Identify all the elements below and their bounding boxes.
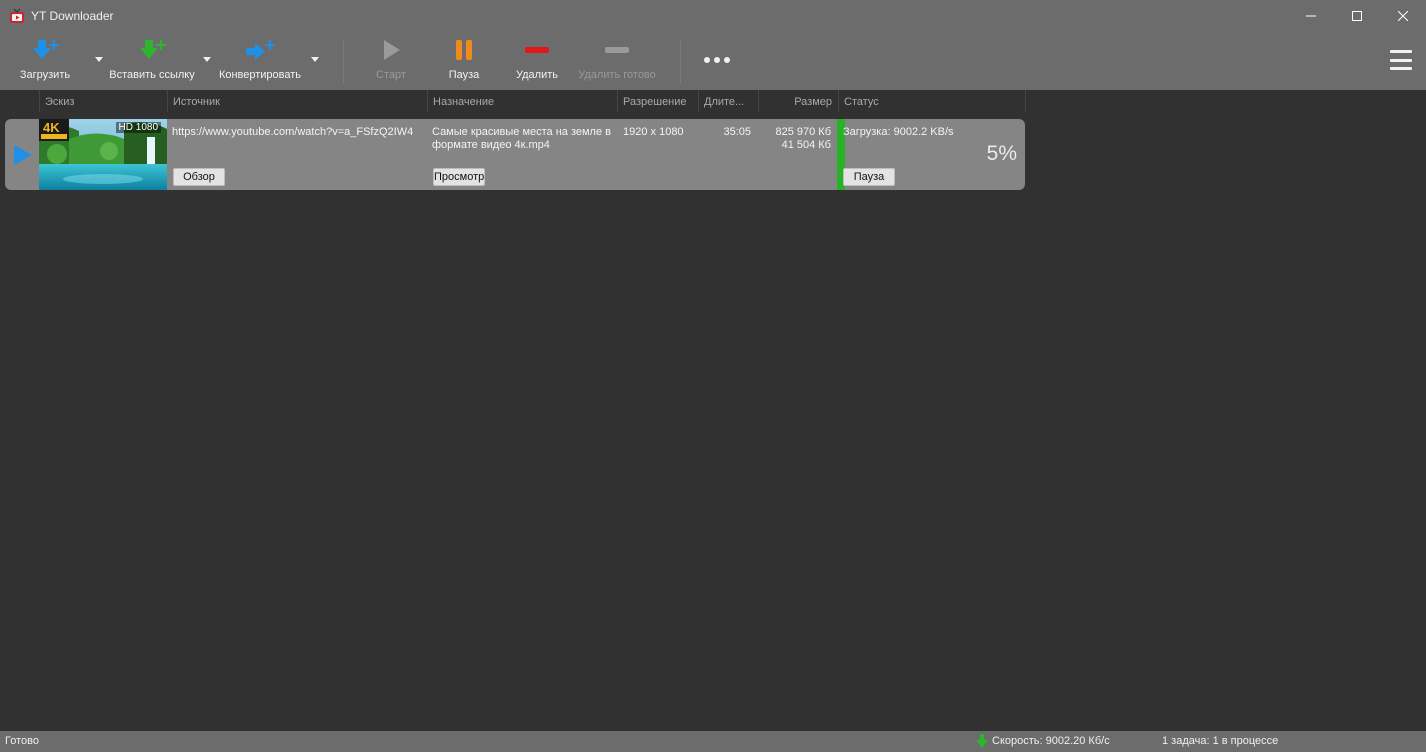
size-downloaded: 41 504 Кб [781, 139, 831, 151]
column-duration[interactable]: Длите... [698, 90, 758, 112]
paste-link-label: Вставить ссылку [109, 69, 195, 81]
minus-icon [605, 47, 629, 53]
maximize-icon [1352, 11, 1362, 21]
more-dots-icon [704, 57, 730, 63]
delete-button[interactable]: Удалить [510, 38, 564, 86]
pause-button[interactable]: Пауза [440, 38, 488, 86]
destination-line-1: Самые красивые места на земле в [432, 126, 611, 138]
paste-link-button[interactable]: Вставить ссылку [106, 38, 198, 86]
4k-badge: 4K [39, 119, 69, 141]
column-thumbnail[interactable]: Эскиз [39, 90, 167, 112]
minus-icon [525, 47, 549, 53]
resolution-value: 1920 x 1080 [623, 126, 684, 138]
status-bar: Готово Скорость: 9002.20 Кб/с 1 задача: … [0, 731, 1426, 752]
status-speed: Скорость: 9002.20 Кб/с [976, 734, 1110, 748]
window-title: YT Downloader [31, 9, 114, 23]
play-icon[interactable] [13, 145, 33, 165]
convert-label: Конвертировать [218, 69, 302, 81]
view-button[interactable]: Просмотр [433, 168, 485, 186]
download-add-icon [33, 40, 59, 59]
status-text: Загрузка: 9002.2 KB/s [843, 126, 954, 138]
destination-line-2: формате видео 4к.mp4 [432, 139, 550, 151]
close-icon [1398, 11, 1408, 21]
close-button[interactable] [1380, 0, 1426, 32]
video-thumbnail: 4K HD 1080 [39, 119, 167, 190]
size-total: 825 970 Кб [775, 126, 831, 138]
status-tasks: 1 задача: 1 в процессе [1162, 735, 1279, 747]
pause-label: Пауза [448, 69, 480, 81]
download-label: Загрузить [19, 69, 71, 81]
more-button[interactable] [700, 38, 734, 86]
delete-done-label: Удалить готово [578, 69, 656, 81]
tv-icon [10, 8, 24, 23]
hamburger-menu-icon[interactable] [1390, 50, 1412, 70]
start-label: Старт [376, 69, 406, 81]
row-pause-button[interactable]: Пауза [843, 168, 895, 186]
download-row[interactable]: 4K HD 1080 https://www.youtube.com/watch… [5, 119, 1025, 190]
delete-label: Удалить [516, 69, 558, 81]
column-resolution[interactable]: Разрешение [617, 90, 698, 112]
toolbar-divider [680, 40, 681, 84]
convert-dropdown-caret[interactable] [311, 57, 319, 62]
start-button[interactable]: Старт [366, 38, 416, 86]
download-speed-icon [976, 734, 988, 748]
play-icon [384, 40, 400, 60]
delete-done-button[interactable]: Удалить готово [574, 38, 660, 86]
destination-filename: Самые красивые места на земле в формате … [432, 126, 618, 152]
download-button[interactable]: Загрузить [14, 38, 76, 86]
download-dropdown-caret[interactable] [95, 57, 103, 62]
source-url: https://www.youtube.com/watch?v=a_FSfzQ2… [172, 126, 414, 138]
toolbar-divider [343, 40, 344, 84]
progress-percent: 5% [986, 142, 1017, 165]
column-status[interactable]: Статус [838, 90, 1026, 112]
size-value: 825 970 Кб 41 504 Кб [745, 126, 831, 152]
4k-ultra-hd-logo: 4K [39, 119, 69, 141]
pause-icon [456, 40, 472, 60]
minimize-icon [1306, 15, 1316, 17]
convert-add-icon [246, 40, 275, 60]
quality-badge: HD 1080 [115, 122, 161, 133]
column-destination[interactable]: Назначение [427, 90, 617, 112]
column-source[interactable]: Источник [167, 90, 427, 112]
title-bar: YT Downloader [0, 0, 1426, 32]
toolbar: Загрузить Вставить ссылку Конвертировать [0, 32, 1426, 90]
minimize-button[interactable] [1288, 0, 1334, 32]
convert-button[interactable]: Конвертировать [216, 38, 304, 86]
column-size[interactable]: Размер [758, 90, 838, 112]
paste-link-dropdown-caret[interactable] [203, 57, 211, 62]
column-header: Эскиз Источник Назначение Разрешение Дли… [0, 90, 1426, 112]
maximize-button[interactable] [1334, 0, 1380, 32]
status-ready: Готово [5, 735, 39, 747]
browse-button[interactable]: Обзор [173, 168, 225, 186]
4k-text: 4K [43, 120, 60, 135]
speed-text: Скорость: 9002.20 Кб/с [992, 735, 1110, 747]
paste-link-add-icon [140, 40, 166, 59]
